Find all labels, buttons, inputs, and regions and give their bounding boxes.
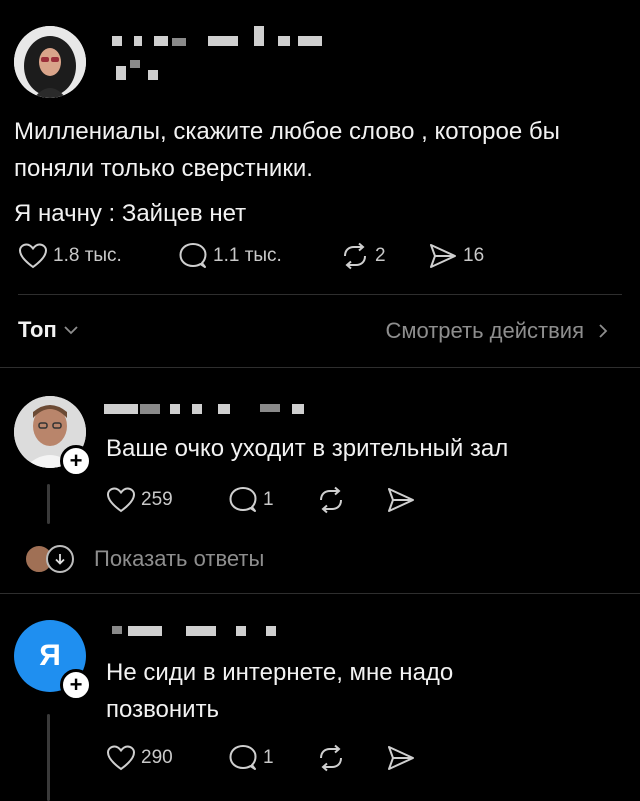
show-replies-label: Показать ответы [94, 546, 265, 571]
comment-reply-button[interactable]: 1 [228, 744, 274, 772]
speech-bubble-icon [179, 243, 207, 268]
comment-text-line-2: позвонить [106, 696, 220, 723]
comment-like-button[interactable]: 290 [106, 744, 173, 772]
post-repost-count: 2 [375, 245, 386, 266]
comment-like-count: 259 [141, 489, 173, 510]
post-like-button[interactable]: 1.8 тыс. [18, 242, 122, 270]
comment-text: Ваше очко уходит в зрительный зал [106, 435, 509, 462]
comment-text-line-1: Не сиди в интернете, мне надо [106, 659, 454, 686]
avatar-letter: Я [39, 639, 61, 672]
post-share-button[interactable]: 16 [428, 242, 484, 270]
divider [0, 593, 640, 594]
speech-bubble-icon [229, 745, 257, 770]
send-icon [388, 488, 414, 512]
follow-plus-button[interactable]: + [60, 669, 92, 701]
send-icon [388, 746, 414, 770]
comment-like-button[interactable]: 259 [106, 486, 173, 514]
thread-line [47, 714, 50, 801]
post-text-line-2: поняли только сверстники. [14, 155, 313, 182]
comment-reply-count: 1 [263, 489, 274, 510]
post-text: Миллениалы, скажите любое слово , которо… [14, 113, 634, 232]
post-author-avatar[interactable] [14, 26, 86, 98]
comment-reply-button[interactable]: 1 [228, 486, 274, 514]
divider [0, 367, 640, 368]
expand-arrow-icon [46, 545, 74, 573]
chevron-down-icon [64, 326, 78, 335]
send-icon [430, 244, 456, 268]
sort-label: Топ [18, 317, 57, 342]
repost-icon [320, 486, 342, 514]
author-portrait-icon [14, 26, 86, 98]
post-like-count: 1.8 тыс. [53, 245, 122, 266]
comment-reply-count: 1 [263, 747, 274, 768]
heart-icon [106, 487, 136, 513]
view-activity-link[interactable]: Смотреть действия [385, 318, 610, 344]
speech-bubble-icon [229, 487, 257, 512]
comment-share-button[interactable] [386, 744, 421, 772]
post-text-line-3: Я начну : Зайцев нет [14, 200, 247, 227]
divider [18, 294, 622, 295]
heart-icon [18, 243, 48, 269]
comment-repost-button[interactable] [316, 486, 351, 514]
heart-icon [106, 745, 136, 771]
repost-icon [344, 242, 366, 270]
comment-text: Не сиди в интернете, мне надо позвонить [106, 654, 453, 728]
chevron-right-icon [599, 324, 608, 338]
follow-plus-button[interactable]: + [60, 445, 92, 477]
post-reply-button[interactable]: 1.1 тыс. [178, 242, 282, 270]
comment-share-button[interactable] [386, 486, 421, 514]
post-repost-button[interactable]: 2 [340, 242, 386, 270]
comment-repost-button[interactable] [316, 744, 351, 772]
post-reply-count: 1.1 тыс. [213, 245, 282, 266]
post-share-count: 16 [463, 245, 485, 266]
repost-icon [320, 744, 342, 772]
post-text-line-1: Миллениалы, скажите любое слово , которо… [14, 118, 560, 145]
show-replies-button[interactable]: Показать ответы [24, 544, 264, 574]
view-activity-label: Смотреть действия [385, 318, 584, 343]
sort-dropdown[interactable]: Топ [18, 317, 79, 343]
thread-line [47, 484, 50, 524]
comment-like-count: 290 [141, 747, 173, 768]
